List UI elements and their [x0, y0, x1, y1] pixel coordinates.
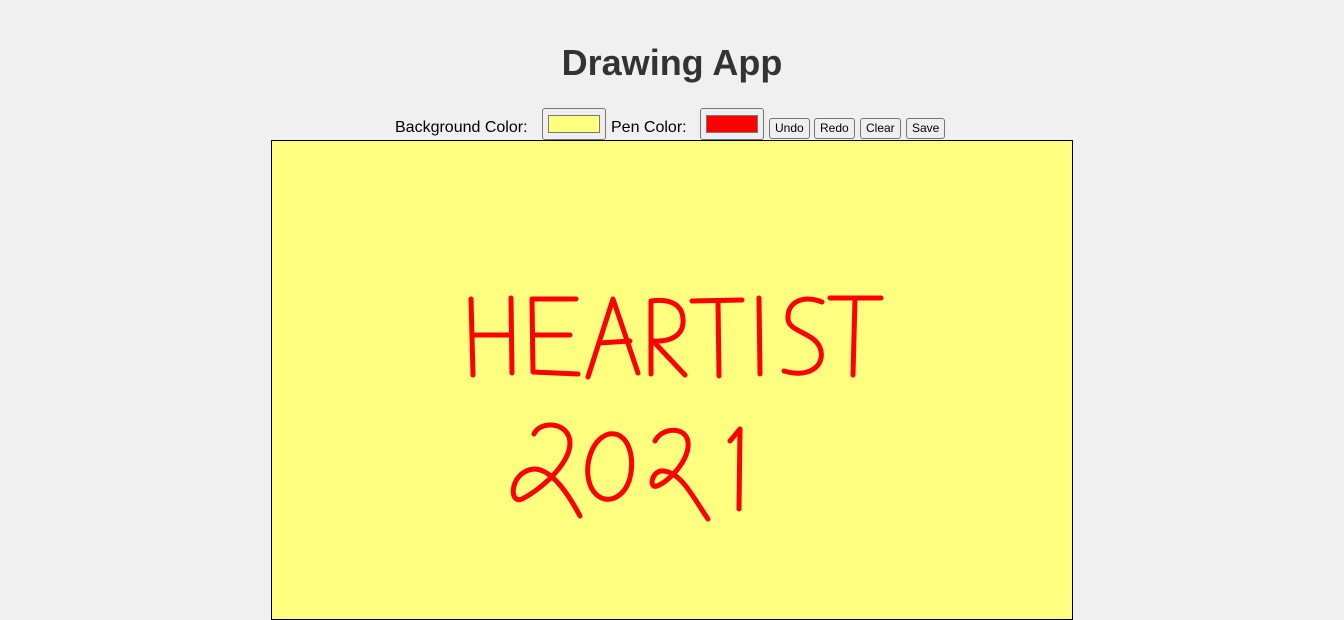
- stroke-h-right: [508, 295, 515, 376]
- drawing-surface: [468, 295, 884, 522]
- save-button[interactable]: Save: [906, 118, 946, 139]
- stroke-t2-stem: [850, 296, 858, 378]
- clear-button[interactable]: Clear: [860, 118, 901, 139]
- pen-color-picker[interactable]: [700, 108, 764, 140]
- background-color-label: Background Color:: [395, 119, 528, 136]
- stroke-a-bar: [596, 338, 633, 346]
- stroke-r-body: [648, 297, 688, 378]
- toolbar: Background Color: Pen Color: Undo Redo C…: [0, 107, 1344, 140]
- stroke-2b-body: [649, 427, 711, 522]
- pen-color-swatch: [706, 115, 758, 133]
- stroke-2a-body: [510, 422, 583, 519]
- background-color-picker[interactable]: [542, 108, 606, 140]
- page-title: Drawing App: [561, 42, 783, 83]
- stroke-a-body: [585, 296, 641, 380]
- drawing-canvas[interactable]: [271, 140, 1073, 620]
- stroke-s-body: [781, 296, 825, 376]
- undo-button[interactable]: Undo: [769, 118, 810, 139]
- stroke-t1-stem: [715, 298, 722, 379]
- pen-color-label: Pen Color:: [611, 119, 687, 136]
- stroke-i-stem: [756, 295, 763, 377]
- stroke-1-body: [727, 426, 743, 512]
- stroke-0-body: [585, 431, 635, 502]
- background-color-swatch: [548, 115, 600, 133]
- redo-button[interactable]: Redo: [814, 118, 855, 139]
- pen-strokes: [468, 295, 884, 522]
